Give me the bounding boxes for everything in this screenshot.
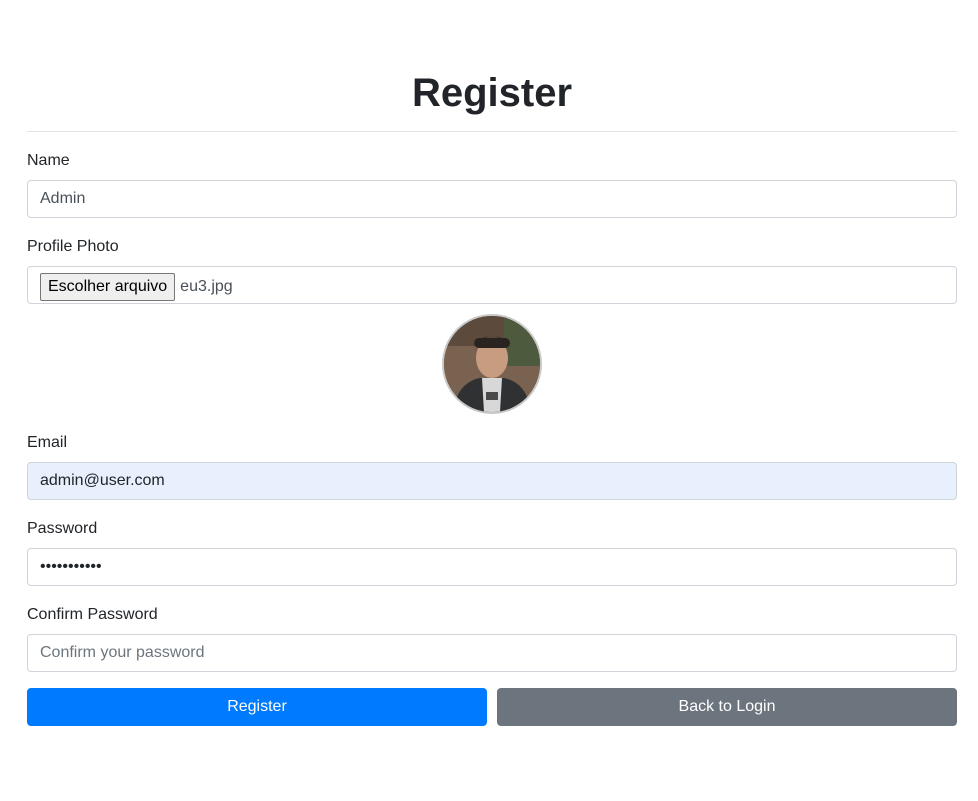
profile-photo-preview xyxy=(442,314,542,414)
profile-photo-field: Escolher arquivo eu3.jpg xyxy=(27,266,957,304)
email-input[interactable] xyxy=(27,462,957,500)
selected-file-name: eu3.jpg xyxy=(180,278,233,295)
password-input[interactable] xyxy=(27,548,957,586)
name-input[interactable] xyxy=(27,180,957,218)
profile-photo-label: Profile Photo xyxy=(27,238,119,255)
password-label: Password xyxy=(27,520,98,537)
page-title: Register xyxy=(411,71,573,115)
email-label: Email xyxy=(27,434,68,451)
confirm-password-label: Confirm Password xyxy=(27,606,158,623)
back-to-login-button[interactable]: Back to Login xyxy=(497,688,957,726)
choose-file-button[interactable]: Escolher arquivo xyxy=(40,273,176,301)
title-divider xyxy=(27,131,957,132)
register-button[interactable]: Register xyxy=(27,688,487,726)
confirm-password-input[interactable] xyxy=(27,634,957,672)
name-label: Name xyxy=(27,152,70,169)
avatar-image xyxy=(444,316,540,412)
